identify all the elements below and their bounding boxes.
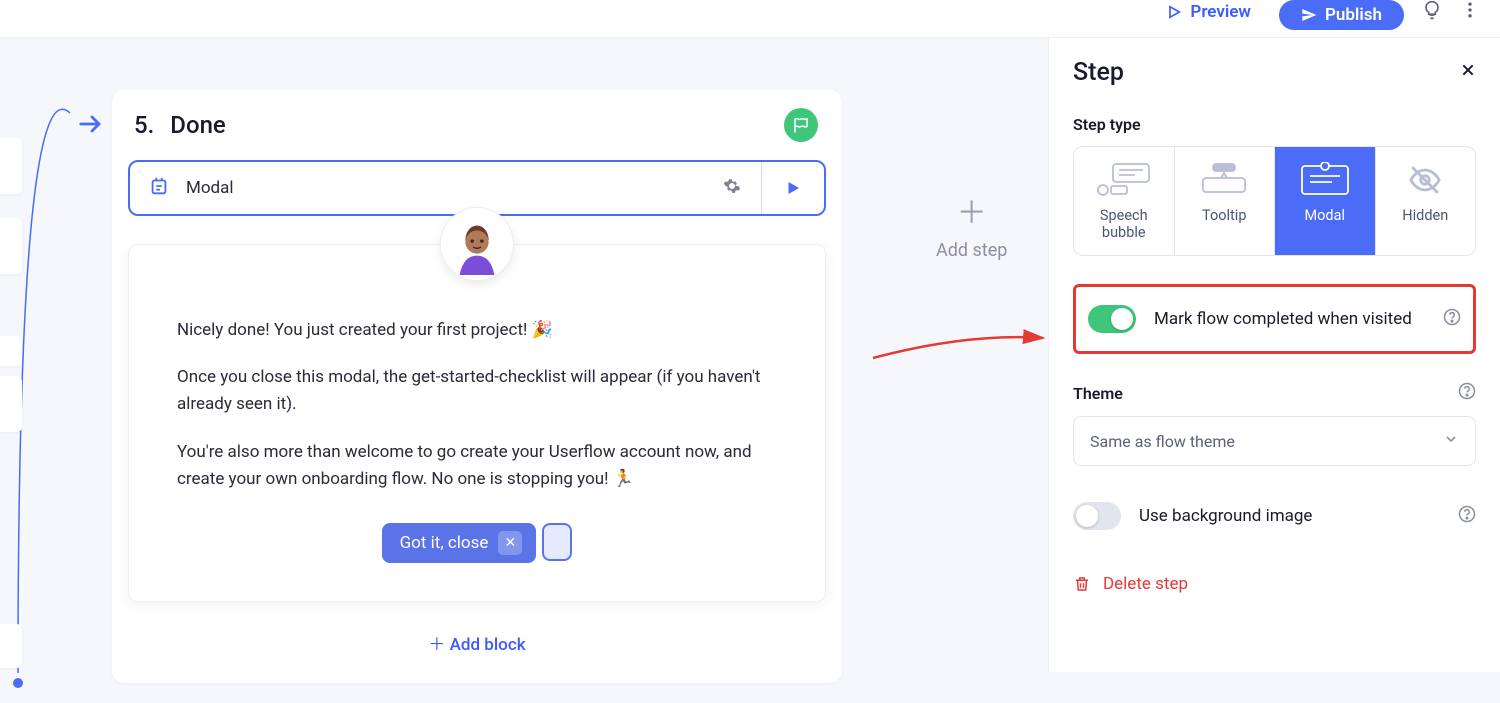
modal-body-paragraph: Nicely done! You just created your first… [177, 317, 777, 344]
play-icon [784, 179, 802, 197]
sidebar-close-button[interactable] [1460, 62, 1476, 83]
modal-preview[interactable]: Nicely done! You just created your first… [128, 244, 826, 602]
step-type-modal[interactable]: Modal [1275, 147, 1376, 255]
avatar [440, 207, 514, 281]
modal-body-paragraph: Once you close this modal, the get-start… [177, 364, 777, 418]
tooltip-icon [1199, 161, 1249, 199]
gear-icon [723, 177, 741, 195]
more-menu-icon[interactable] [1460, 0, 1480, 20]
mark-complete-row: Mark flow completed when visited [1073, 284, 1476, 354]
ghost-step-card[interactable] [0, 624, 22, 668]
step-type-tooltip[interactable]: Tooltip [1175, 147, 1276, 255]
step-type-label: Step type [1073, 115, 1476, 134]
theme-select[interactable]: Same as flow theme [1073, 416, 1476, 466]
help-icon[interactable] [1458, 382, 1476, 404]
theme-label: Theme [1073, 384, 1123, 403]
delete-step-button[interactable]: Delete step [1073, 574, 1476, 594]
step-type-hidden[interactable]: Hidden [1376, 147, 1476, 255]
step-card[interactable]: 5. Done Modal [112, 90, 842, 683]
plus-icon: ＋ [936, 188, 1007, 232]
preview-button[interactable]: Preview [1156, 0, 1261, 24]
trash-icon [1073, 575, 1091, 593]
step-number: 5. [134, 111, 154, 139]
add-step-button[interactable]: ＋ Add step [936, 188, 1007, 261]
avatar-illustration [446, 213, 508, 275]
hidden-icon [1408, 161, 1442, 199]
step-settings-sidebar: Step Step type Speech bubble Tooltip [1048, 38, 1500, 672]
step-title-row: 5. Done [112, 90, 842, 160]
delete-step-label: Delete step [1103, 574, 1188, 594]
paper-plane-icon [1301, 7, 1317, 23]
sidebar-title: Step [1073, 58, 1124, 87]
close-icon [1460, 62, 1476, 78]
bg-image-toggle[interactable] [1073, 502, 1121, 530]
block-play-button[interactable] [761, 162, 824, 214]
ghost-step-card[interactable] [0, 376, 22, 432]
publish-button[interactable]: Publish [1279, 0, 1404, 30]
play-outline-icon [1166, 4, 1182, 20]
modal-cta-label: Got it, close [400, 533, 489, 553]
preview-label: Preview [1190, 2, 1251, 22]
close-icon: ✕ [498, 531, 522, 555]
step-type-label: Modal [1304, 207, 1345, 224]
finish-flag-badge [784, 108, 818, 142]
flag-icon [792, 116, 810, 134]
lightbulb-icon[interactable] [1422, 0, 1442, 20]
ghost-step-card[interactable] [0, 138, 22, 194]
ghost-step-card[interactable] [0, 336, 22, 366]
block-type-label: Modal [186, 178, 234, 198]
modal-icon [148, 175, 170, 201]
add-block-button[interactable]: ＋ Add block [112, 602, 842, 683]
bg-image-label: Use background image [1139, 506, 1440, 526]
header-bar: Preview Publish [0, 0, 1500, 38]
add-cta-button[interactable] [542, 523, 572, 561]
step-type-label: Tooltip [1202, 207, 1246, 224]
help-icon[interactable] [1458, 505, 1476, 527]
bg-image-row: Use background image [1073, 502, 1476, 530]
flow-canvas: 5. Done Modal [0, 38, 1040, 672]
arrow-into-step-icon [78, 110, 106, 142]
step-type-selector: Speech bubble Tooltip Modal [1073, 146, 1476, 256]
modal-type-icon [1296, 161, 1354, 199]
add-step-label: Add step [936, 240, 1007, 261]
help-icon[interactable] [1443, 308, 1461, 330]
modal-cta-button[interactable]: Got it, close ✕ [382, 523, 537, 563]
step-type-label: Speech bubble [1078, 207, 1170, 241]
plus-icon: ＋ [428, 635, 445, 655]
theme-value: Same as flow theme [1090, 432, 1235, 451]
step-title: Done [170, 111, 226, 139]
ghost-step-card[interactable] [0, 218, 22, 274]
mark-complete-toggle[interactable] [1088, 305, 1136, 333]
chevron-down-icon [1443, 431, 1459, 451]
modal-body-paragraph: You're also more than welcome to go crea… [177, 439, 777, 493]
step-type-speech-bubble[interactable]: Speech bubble [1074, 147, 1175, 255]
publish-label: Publish [1325, 5, 1382, 25]
mark-complete-label: Mark flow completed when visited [1154, 309, 1425, 329]
step-type-label: Hidden [1402, 207, 1448, 224]
speech-bubble-icon [1095, 161, 1153, 199]
block-settings-button[interactable] [703, 177, 761, 199]
add-block-label: Add block [450, 635, 526, 655]
